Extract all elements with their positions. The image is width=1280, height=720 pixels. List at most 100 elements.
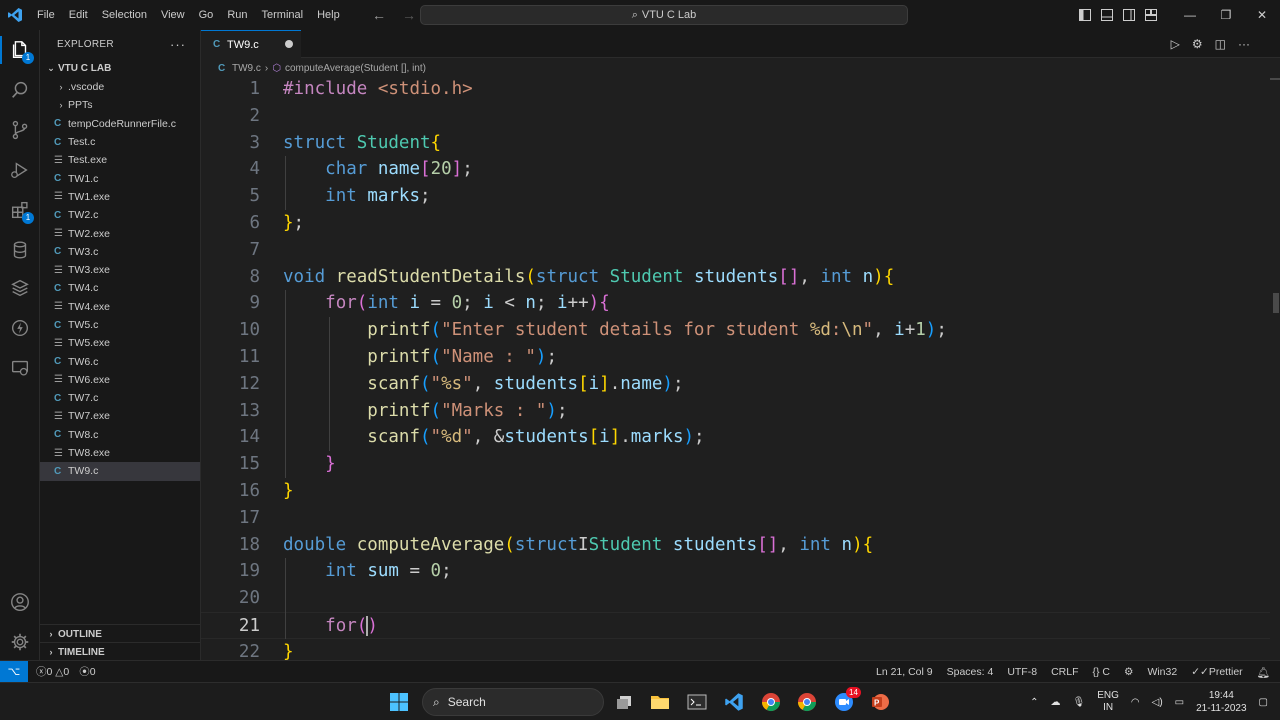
menu-edit[interactable]: Edit [62, 0, 95, 30]
ports-indicator[interactable]: ⦿0 [79, 664, 95, 679]
code-line[interactable]: 11 printf("Name : "); [201, 344, 1270, 371]
remote-indicator[interactable]: ⌥ [0, 660, 28, 683]
command-center-search[interactable]: ⌕ VTU C Lab [420, 5, 908, 25]
tree-file[interactable]: ☰ TW4.exe [40, 298, 200, 316]
outline-section[interactable]: › OUTLINE [40, 624, 201, 643]
tab-tw9-c[interactable]: C TW9.c [201, 30, 301, 58]
tree-file[interactable]: ☰ TW2.exe [40, 224, 200, 242]
indentation[interactable]: Spaces: 4 [947, 666, 994, 678]
menu-selection[interactable]: Selection [95, 0, 154, 30]
file-explorer-button[interactable] [647, 690, 673, 714]
accounts-activity[interactable] [0, 584, 40, 620]
editor-scrollbar[interactable] [1270, 78, 1280, 660]
source-control-activity[interactable] [0, 112, 40, 148]
chrome-button[interactable] [758, 690, 784, 714]
code-line[interactable]: 18 double computeAverage(structIStudent s… [201, 532, 1270, 559]
tree-file[interactable]: C TW5.c [40, 316, 200, 334]
code-line[interactable]: 8 void readStudentDetails(struct Student … [201, 264, 1270, 291]
powerpoint-button[interactable]: P [867, 690, 893, 714]
bell-notification-icon[interactable]: ⚙ [1124, 666, 1133, 678]
customize-layout-icon[interactable] [1144, 8, 1158, 22]
tree-file[interactable]: C TW1.c [40, 169, 200, 187]
more-actions-icon[interactable]: ··· [1238, 37, 1250, 51]
onedrive-icon[interactable]: ☁ [1051, 697, 1061, 708]
code-line[interactable]: 7 [201, 237, 1270, 264]
explorer-activity[interactable]: 1 [0, 32, 40, 68]
language-mode[interactable]: {} C [1092, 666, 1110, 678]
code-line[interactable]: 13 printf("Marks : "); [201, 398, 1270, 425]
manage-activity[interactable] [0, 624, 40, 660]
gear-icon[interactable]: ⚙ [1192, 37, 1203, 51]
menu-help[interactable]: Help [310, 0, 347, 30]
forward-arrow-icon[interactable]: → [402, 7, 416, 23]
toggle-secondary-sidebar-icon[interactable] [1122, 8, 1136, 22]
code-line[interactable]: 16} [201, 478, 1270, 505]
code-line[interactable]: 17 [201, 505, 1270, 532]
code-line[interactable]: 12 scanf("%s", students[i].name); [201, 371, 1270, 398]
encoding[interactable]: UTF-8 [1007, 666, 1037, 678]
code-line[interactable]: 22} [201, 639, 1270, 660]
run-debug-activity[interactable] [0, 152, 40, 188]
tree-file[interactable]: C TW8.c [40, 426, 200, 444]
menu-run[interactable]: Run [220, 0, 254, 30]
tree-file[interactable]: C TW9.c [40, 462, 200, 481]
tree-file[interactable]: ☰ TW6.exe [40, 371, 200, 389]
show-hidden-icons-icon[interactable]: ⌃ [1030, 697, 1038, 708]
extensions-activity[interactable]: 1 [0, 192, 40, 228]
tree-file[interactable]: C TW6.c [40, 352, 200, 370]
tree-file[interactable]: C TW4.c [40, 279, 200, 297]
breadcrumb-symbol[interactable]: computeAverage(Student [], int) [285, 63, 426, 74]
chrome-profile-button[interactable] [794, 690, 820, 714]
workspace-folder[interactable]: ⌄ VTU C LAB [40, 58, 200, 78]
code-line[interactable]: 9 for(int i = 0; i < n; i++){ [201, 290, 1270, 317]
tree-file[interactable]: C Test.c [40, 133, 200, 151]
code-line[interactable]: 2 [201, 103, 1270, 130]
breadcrumb-file[interactable]: TW9.c [232, 63, 261, 74]
code-line[interactable]: 21 for() [201, 612, 1270, 639]
battery-icon[interactable]: ▭ [1175, 697, 1184, 708]
tree-folder[interactable]: › .vscode [40, 78, 200, 96]
tree-file[interactable]: ☰ TW8.exe [40, 444, 200, 462]
run-icon[interactable]: ▷ [1171, 37, 1180, 51]
wifi-icon[interactable]: ◠ [1131, 697, 1140, 708]
minimize-button[interactable]: — [1172, 8, 1208, 22]
prettier-status[interactable]: ✓✓Prettier [1191, 666, 1242, 678]
tree-file[interactable]: ☰ TW3.exe [40, 261, 200, 279]
back-arrow-icon[interactable]: ← [372, 7, 386, 23]
code-line[interactable]: 14 scanf("%d", &students[i].marks); [201, 424, 1270, 451]
toggle-primary-sidebar-icon[interactable] [1078, 8, 1092, 22]
scrollbar-thumb[interactable] [1273, 293, 1279, 313]
code-line[interactable]: 5 int marks; [201, 183, 1270, 210]
more-actions-icon[interactable]: ··· [170, 37, 186, 52]
tree-file[interactable]: ☰ TW7.exe [40, 407, 200, 425]
terminal-button[interactable] [684, 690, 710, 714]
tree-file[interactable]: C TW3.c [40, 243, 200, 261]
timeline-section[interactable]: › TIMELINE [40, 642, 201, 661]
unsaved-dot-icon[interactable] [285, 40, 293, 48]
menu-go[interactable]: Go [192, 0, 221, 30]
code-line[interactable]: 19 int sum = 0; [201, 558, 1270, 585]
remote-explorer-activity[interactable] [0, 350, 40, 386]
code-line[interactable]: 15 } [201, 451, 1270, 478]
clock[interactable]: 19:44 21-11-2023 [1196, 689, 1246, 715]
platform[interactable]: Win32 [1147, 666, 1177, 678]
menu-view[interactable]: View [154, 0, 192, 30]
database-activity[interactable] [0, 232, 40, 268]
search-activity[interactable] [0, 72, 40, 108]
problems-indicator[interactable]: ⓧ0 △0 [36, 664, 69, 679]
notifications-icon[interactable]: 🔔︎ [1257, 666, 1270, 679]
code-editor[interactable]: 1 #include <stdio.h> 2 3 struct Student{4 ch… [201, 78, 1270, 660]
task-view-button[interactable] [612, 690, 638, 714]
close-button[interactable]: ✕ [1244, 8, 1280, 22]
code-line[interactable]: 1 #include <stdio.h> [201, 78, 1270, 103]
tree-file[interactable]: CtempCodeRunnerFile.c [40, 115, 200, 133]
code-line[interactable]: 3 struct Student{ [201, 130, 1270, 157]
layers-activity[interactable] [0, 270, 40, 306]
zoom-button[interactable]: 14 [831, 687, 861, 714]
tree-file[interactable]: C TW2.c [40, 206, 200, 224]
tree-file[interactable]: ☰ Test.exe [40, 151, 200, 169]
tree-file[interactable]: ☰ TW1.exe [40, 188, 200, 206]
lightning-activity[interactable] [0, 310, 40, 346]
input-language[interactable]: ENG IN [1097, 690, 1119, 714]
microphone-icon[interactable]: 🎙︎ [1073, 697, 1086, 708]
